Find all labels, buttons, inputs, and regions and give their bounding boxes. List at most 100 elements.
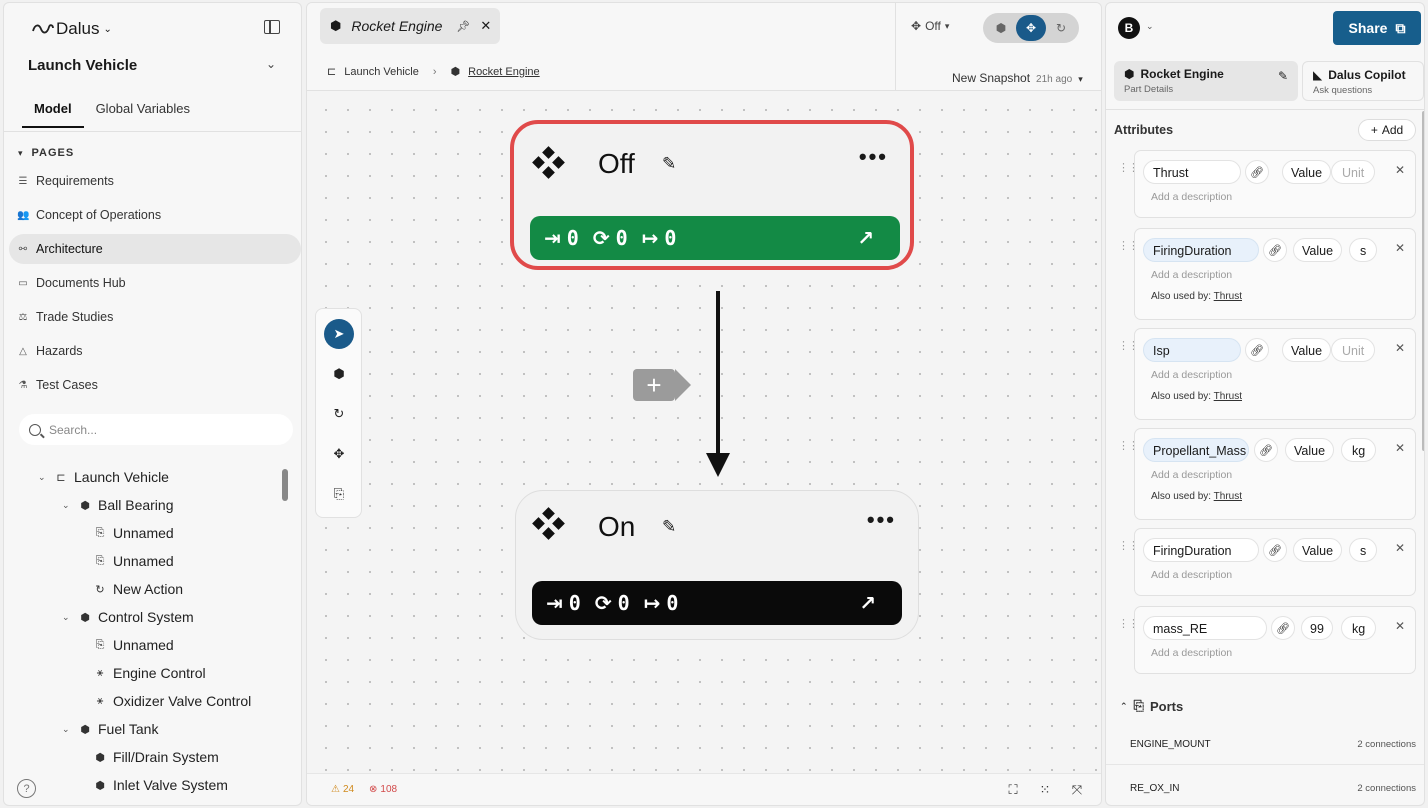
port-row[interactable]: ENGINE_MOUNT 2 connections [1106,725,1424,765]
panel-scrollbar[interactable] [1422,111,1424,451]
part-view-button[interactable]: ⬢ [986,15,1016,41]
close-icon[interactable]: ✕ [1395,241,1405,255]
tab-global-variables[interactable]: Global Variables [84,101,202,128]
more-options-icon[interactable]: ••• [867,507,896,533]
state-select[interactable]: ✥ Off ▾ [911,19,949,33]
attribute-value-field[interactable]: Value [1282,338,1332,362]
attribute-description[interactable]: Add a description [1151,269,1232,281]
state-node-off[interactable]: Off ✎ ••• ⇥ 0 ⟳ 0 ↦ 0 ↗ [510,120,914,270]
add-port-button[interactable]: ⎘ [324,479,354,509]
tree-item-fuel-tank[interactable]: ⌄ ⬢ Fuel Tank [62,718,158,740]
attribute-description[interactable]: Add a description [1151,369,1232,381]
breadcrumb-item[interactable]: Launch Vehicle [344,66,419,78]
tab-part-details[interactable]: ⬢ Rocket Engine Part Details ✎ [1114,61,1298,101]
add-part-button[interactable]: ⬢ [324,359,354,389]
add-attribute-button[interactable]: + Add [1358,119,1416,141]
action-view-button[interactable]: ↻ [1046,15,1076,41]
brand-menu[interactable]: Dalus ⌄ [32,19,112,39]
close-icon[interactable]: ✕ [1395,341,1405,355]
add-action-button[interactable]: ↻ [324,399,354,429]
search-input[interactable] [49,422,269,437]
pages-header[interactable]: ▾ PAGES [18,147,74,159]
attribute-description[interactable]: Add a description [1151,647,1232,659]
tree-item-control-system[interactable]: ⌄ ⬢ Control System [62,606,194,628]
sidebar-item-requirements[interactable]: ☰ Requirements [9,166,301,196]
close-icon[interactable]: ✕ [1395,619,1405,633]
attribute-value-field[interactable]: Value [1293,238,1343,262]
close-icon[interactable]: ✕ [480,18,491,34]
pin-icon[interactable]: 📌︎ [456,20,470,33]
attribute-unit-field[interactable]: Unit [1331,338,1376,362]
attribute-unit-field[interactable]: Unit [1331,160,1376,184]
state-behaviors-bar[interactable]: ⇥ 0 ⟳ 0 ↦ 0 ↗ [530,216,900,260]
select-tool-button[interactable]: ➤ [324,319,354,349]
tab-model[interactable]: Model [22,101,84,128]
tree-item-inlet-valve-system[interactable]: ⬢ Inlet Valve System [94,774,228,796]
state-behaviors-bar[interactable]: ⇥ 0 ⟳ 0 ↦ 0 ↗ [532,581,902,625]
chevron-down-icon[interactable]: ⌄ [266,57,276,71]
attribute-value-field[interactable]: 99 [1301,616,1333,640]
used-by-link[interactable]: Thrust [1214,391,1242,402]
link-icon[interactable]: 🔗︎ [1263,538,1287,562]
attribute-value-field[interactable]: Value [1285,438,1335,462]
transition-line[interactable] [716,291,720,457]
link-icon[interactable]: 🔗︎ [1245,338,1269,362]
sidebar-item-documents-hub[interactable]: ▭ Documents Hub [9,268,301,298]
snapshot-select[interactable]: New Snapshot 21h ago ▾ [952,71,1083,85]
sidebar-item-test-cases[interactable]: ⚗ Test Cases [9,370,301,400]
attribute-description[interactable]: Add a description [1151,469,1232,481]
open-external-icon[interactable]: ↗ [859,591,876,615]
warnings-count[interactable]: ⚠ 24 [331,784,354,795]
attribute-name-field[interactable]: FiringDuration [1143,538,1259,562]
attribute-unit-field[interactable]: kg [1341,438,1377,462]
link-icon[interactable]: 🔗︎ [1263,238,1287,262]
state-node-on[interactable]: On ✎ ••• ⇥ 0 ⟳ 0 ↦ 0 ↗ [515,490,919,640]
attribute-name-field[interactable]: Isp [1143,338,1241,362]
attribute-description[interactable]: Add a description [1151,569,1232,581]
link-icon[interactable]: 🔗︎ [1271,616,1295,640]
close-icon[interactable]: ✕ [1395,163,1405,177]
attribute-description[interactable]: Add a description [1151,191,1232,203]
ports-header[interactable]: ⌃ ⎘ Ports [1120,698,1183,714]
auto-layout-icon[interactable]: ⤧ [1067,780,1087,800]
attribute-value-field[interactable]: Value [1293,538,1343,562]
attribute-unit-field[interactable]: kg [1341,616,1377,640]
open-external-icon[interactable]: ↗ [857,226,874,250]
add-transition-button[interactable]: + [633,369,691,401]
link-icon[interactable]: 🔗︎ [1254,438,1278,462]
attribute-unit-field[interactable]: s [1349,538,1378,562]
errors-count[interactable]: ⊗ 108 [369,784,397,795]
used-by-link[interactable]: Thrust [1214,491,1242,502]
attribute-name-field[interactable]: mass_RE [1143,616,1267,640]
avatar[interactable]: B [1118,17,1140,39]
search-box[interactable] [19,414,293,445]
tab-dalus-copilot[interactable]: ◣ Dalus Copilot Ask questions [1302,61,1424,101]
used-by-link[interactable]: Thrust [1214,291,1242,302]
sidebar-item-architecture[interactable]: ⚯ Architecture [9,234,301,264]
tree-item-ball-bearing[interactable]: ⌄ ⬢ Ball Bearing [62,494,174,516]
edit-icon[interactable]: ✎ [662,517,676,537]
attribute-value-field[interactable]: Value [1282,160,1332,184]
tree-item-launch-vehicle[interactable]: ⌄ ⊏ Launch Vehicle [38,466,169,488]
attribute-unit-field[interactable]: s [1349,238,1378,262]
tree-item-fill-drain-system[interactable]: ⬢ Fill/Drain System [94,746,219,768]
link-icon[interactable]: 🔗︎ [1245,160,1269,184]
close-icon[interactable]: ✕ [1395,441,1405,455]
breadcrumb-item[interactable]: Rocket Engine [468,66,540,78]
add-state-button[interactable]: ✥ [324,439,354,469]
port-row[interactable]: RE_OX_IN 2 connections [1106,769,1424,805]
state-view-button[interactable]: ✥ [1016,15,1046,41]
sidebar-item-hazards[interactable]: △ Hazards [9,336,301,366]
attribute-name-field[interactable]: Propellant_Mass [1143,438,1249,462]
edit-icon[interactable]: ✎ [1278,69,1288,83]
sidebar-collapse-icon[interactable] [264,20,280,34]
attribute-name-field[interactable]: Thrust [1143,160,1241,184]
project-name[interactable]: Launch Vehicle [28,57,137,74]
tree-item-unnamed[interactable]: ⎘ Unnamed [94,550,174,572]
tree-item-engine-control[interactable]: ⚹ Engine Control [94,662,206,684]
tree-item-unnamed[interactable]: ⎘ Unnamed [94,634,174,656]
close-icon[interactable]: ✕ [1395,541,1405,555]
tree-scrollbar[interactable] [282,469,288,501]
tree-item-new-action[interactable]: ↻ New Action [94,578,183,600]
tab-rocket-engine[interactable]: ⬢ Rocket Engine 📌︎ ✕ [320,8,500,44]
